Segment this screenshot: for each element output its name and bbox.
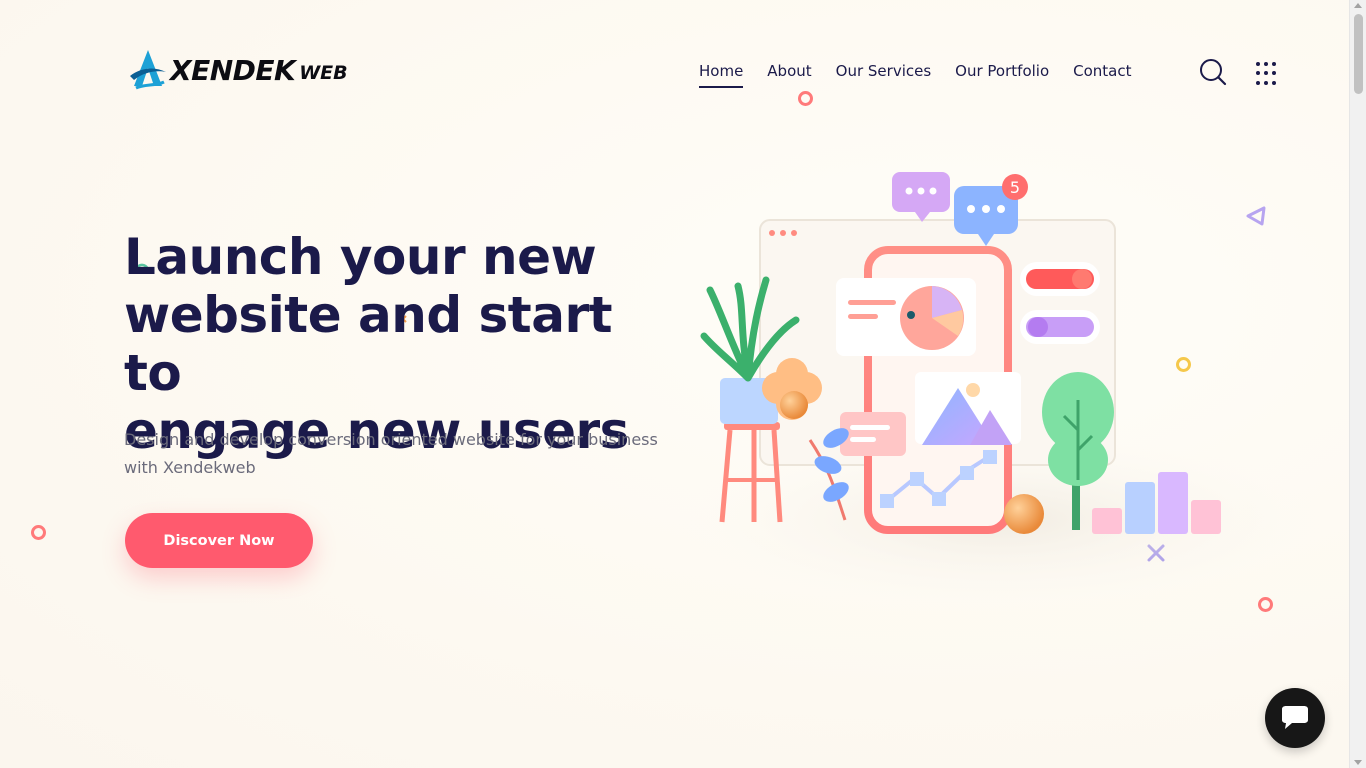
nav-services[interactable]: Our Services — [836, 62, 932, 88]
nav-portfolio[interactable]: Our Portfolio — [955, 62, 1049, 88]
nav-about[interactable]: About — [767, 62, 811, 88]
hero-title-line: Launch your new — [124, 228, 597, 286]
brand-suffix: WEB — [299, 62, 348, 84]
main-nav: Home About Our Services Our Portfolio Co… — [699, 62, 1132, 88]
brand-logo[interactable]: XENDEK WEB — [128, 46, 348, 94]
scroll-down-icon[interactable] — [1354, 760, 1362, 765]
page: XENDEK WEB Home About Our Services Our P… — [0, 0, 1349, 768]
hero-subtitle: Design and develop conversion oriented w… — [124, 430, 658, 477]
chat-bubble-icon — [1282, 706, 1308, 729]
chat-widget-button[interactable] — [1265, 688, 1325, 748]
logo-mark-icon — [130, 50, 166, 90]
brand-name: XENDEK — [170, 53, 296, 87]
nav-home[interactable]: Home — [699, 62, 744, 88]
vertical-scrollbar[interactable] — [1349, 0, 1366, 768]
deco-ring — [798, 91, 813, 106]
grid-menu-icon[interactable] — [1256, 62, 1280, 86]
deco-ring — [31, 525, 46, 540]
scrollbar-thumb[interactable] — [1354, 14, 1363, 94]
search-icon[interactable] — [1199, 58, 1227, 86]
scroll-up-icon[interactable] — [1354, 3, 1362, 8]
nav-contact[interactable]: Contact — [1073, 62, 1131, 88]
discover-now-button[interactable]: Discover Now — [125, 513, 313, 568]
notification-count: 5 — [1010, 178, 1020, 197]
hero-title-line: website and start to — [124, 286, 613, 402]
hero-illustration: 5 — [670, 172, 1330, 610]
